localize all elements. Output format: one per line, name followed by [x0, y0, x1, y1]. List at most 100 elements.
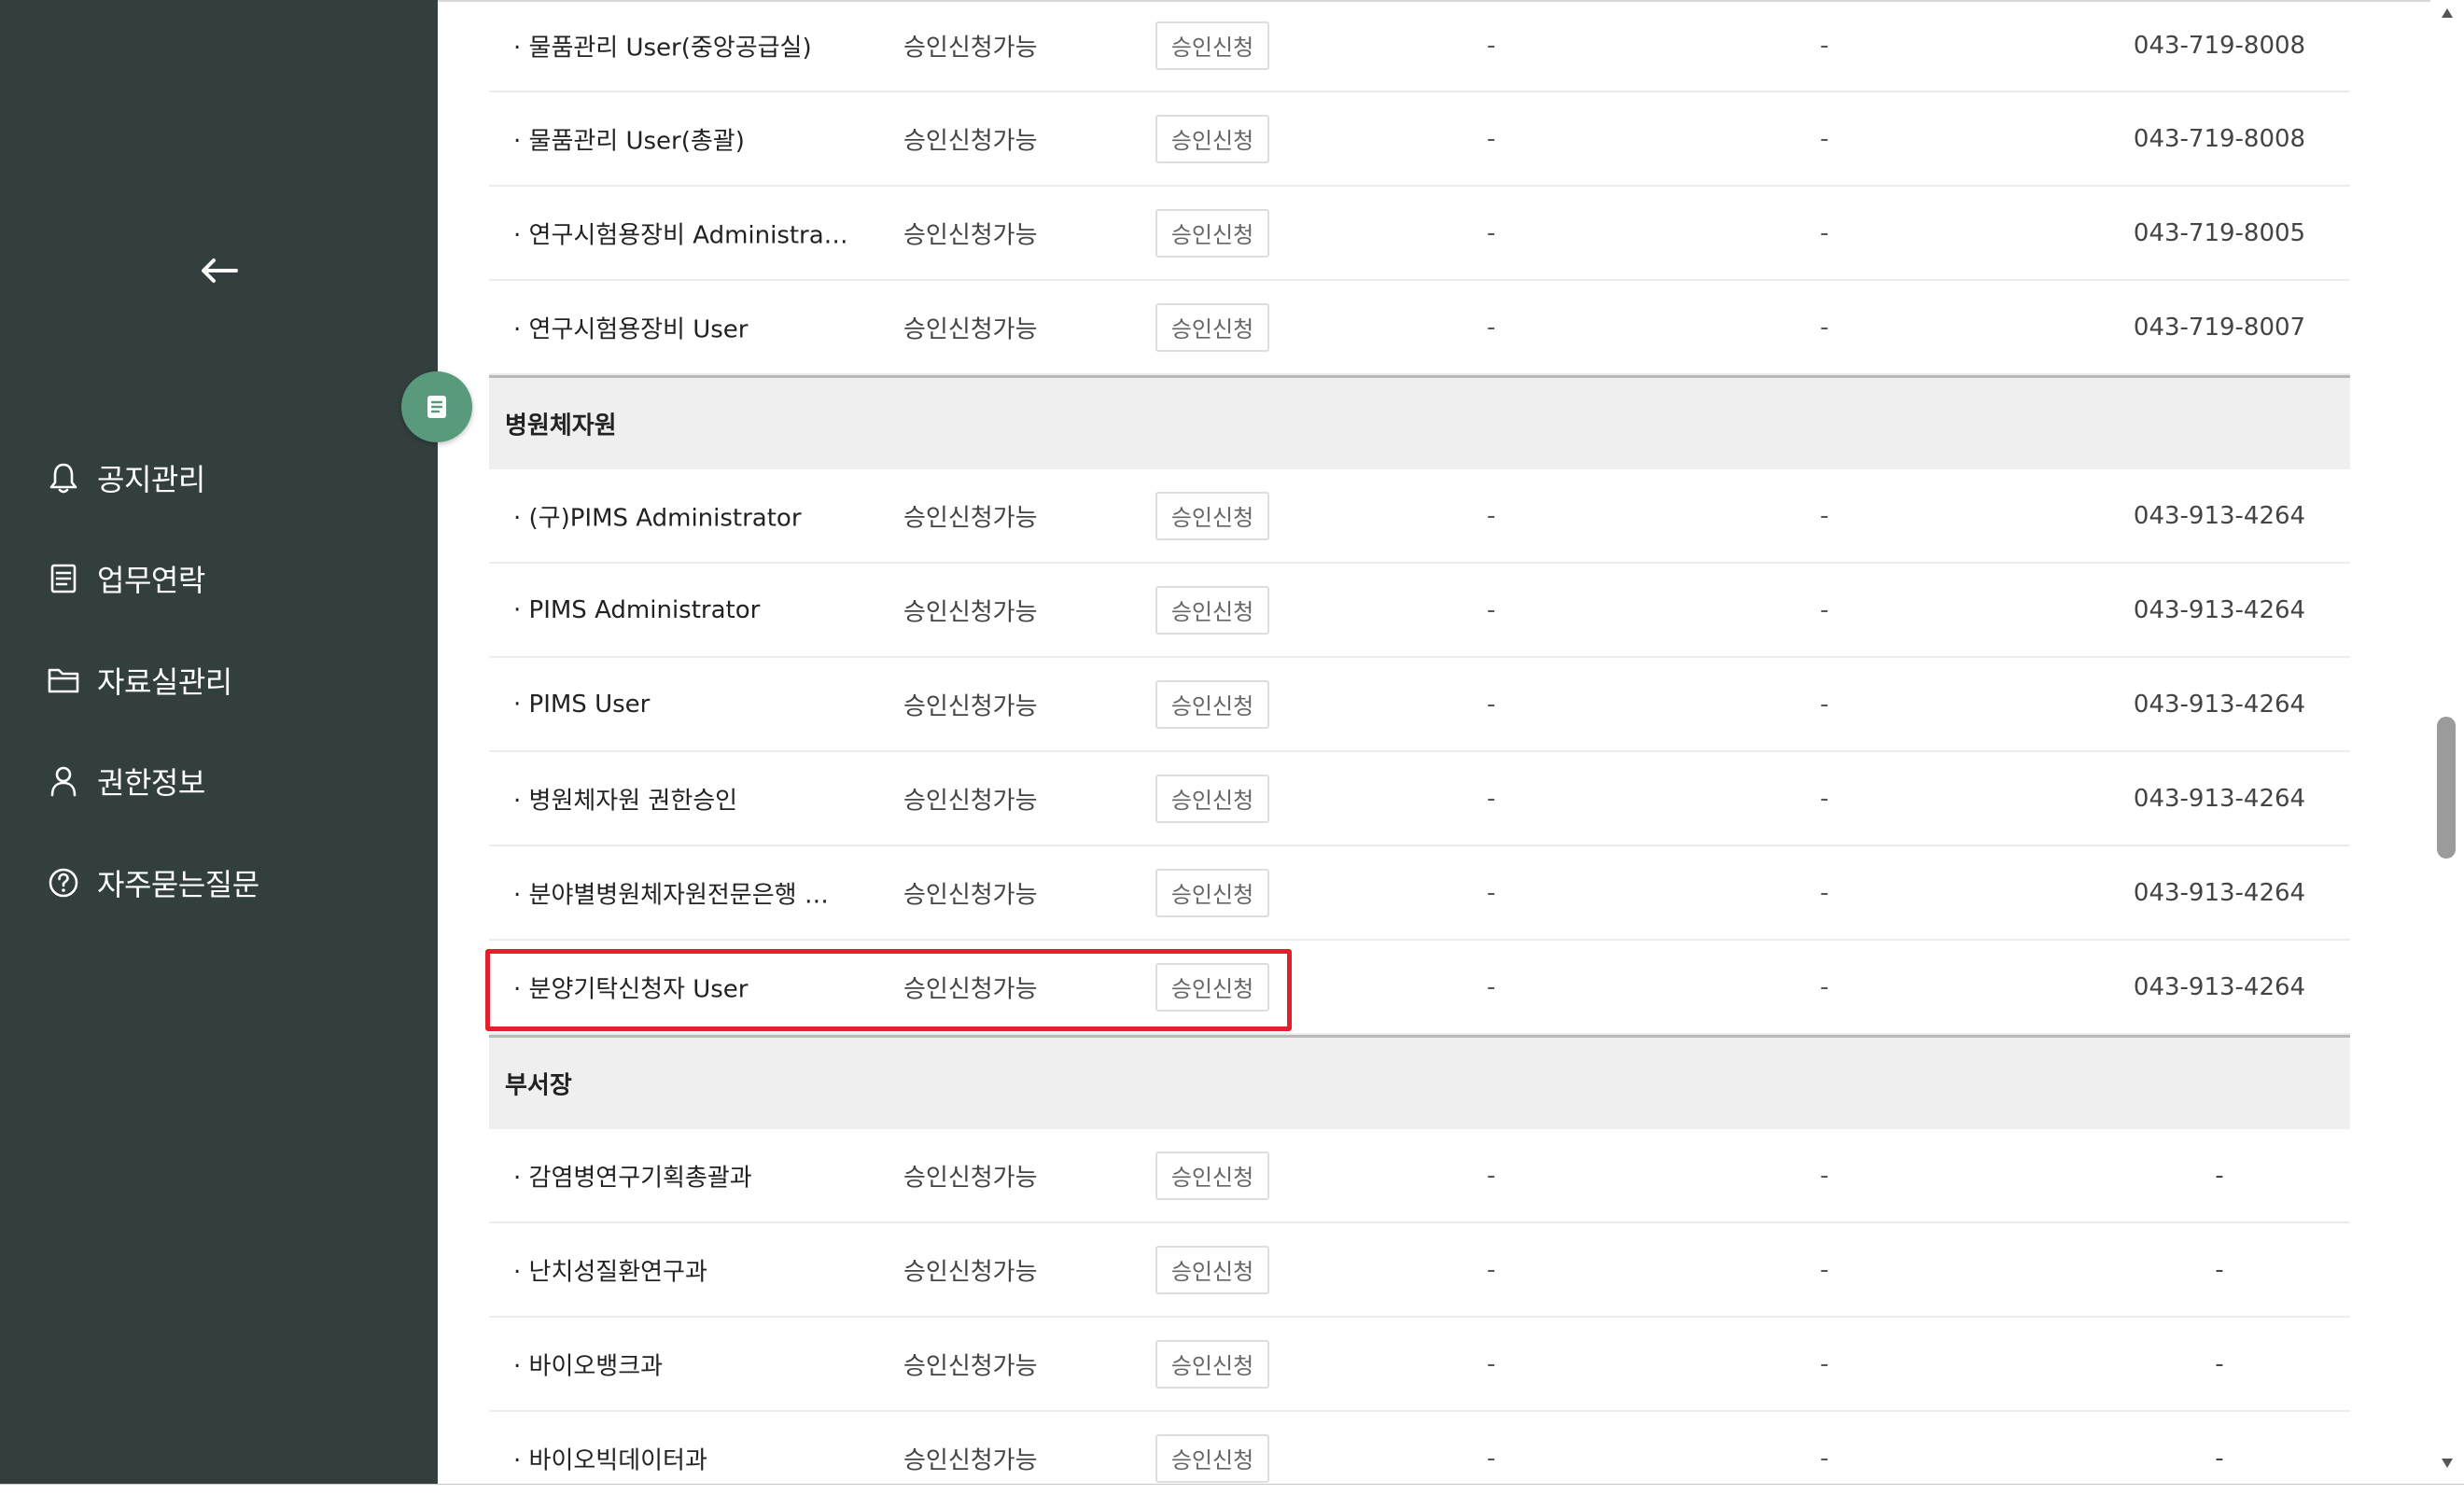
- request-status: 승인신청가능: [903, 787, 1038, 815]
- table-row: · 연구시험용장비 Administra… 승인신청가능 승인신청 - - 043-719…: [489, 187, 2350, 281]
- approver: -: [1820, 972, 1829, 1001]
- contact-phone: 043-913-4264: [2133, 501, 2306, 530]
- request-approval-button[interactable]: 승인신청: [1155, 302, 1269, 352]
- request-approval-button[interactable]: 승인신청: [1155, 114, 1269, 163]
- sidebar: 공지관리 업무연락 자료실관리 권한정보 자주묻는질문: [0, 0, 438, 1484]
- approval-date: -: [1487, 784, 1496, 813]
- menu-item-notice[interactable]: 공지관리: [45, 448, 399, 508]
- approver: -: [1820, 218, 1829, 247]
- request-status: 승인신청가능: [903, 975, 1038, 1003]
- scroll-up-arrow-icon[interactable]: [2440, 6, 2455, 21]
- contact-phone: 043-913-4264: [2133, 878, 2306, 907]
- approver: -: [1820, 595, 1829, 624]
- permission-name: · 병원체자원 권한승인: [513, 787, 738, 815]
- vertical-scrollbar[interactable]: [2430, 0, 2464, 1484]
- scroll-down-arrow-icon[interactable]: [2440, 1456, 2455, 1471]
- menu-item-faq[interactable]: 자주묻는질문: [45, 853, 399, 913]
- permission-name: · 바이오뱅크과: [513, 1352, 664, 1380]
- menu-item-label: 업무연락: [97, 563, 205, 598]
- contact-phone: 043-913-4264: [2133, 784, 2306, 813]
- table-row: · (구)PIMS Administrator 승인신청가능 승인신청 - - 043-9…: [489, 469, 2350, 564]
- request-approval-button[interactable]: 승인신청: [1155, 774, 1269, 823]
- table-row: · 분야별병원체자원전문은행 … 승인신청가능 승인신청 - - 043-913-4264: [489, 846, 2350, 941]
- menu-item-business-contact[interactable]: 업무연락: [45, 549, 399, 608]
- request-approval-button[interactable]: 승인신청: [1155, 679, 1269, 729]
- app-window: 공지관리 업무연락 자료실관리 권한정보 자주묻는질문 · 물품관리 User(…: [0, 0, 2464, 1494]
- permission-name: · PIMS Administrator: [513, 595, 761, 624]
- scroll-thumb[interactable]: [2437, 717, 2456, 859]
- contact-phone: -: [2215, 1161, 2224, 1190]
- approval-date: -: [1487, 878, 1496, 907]
- contact-phone: 043-719-8008: [2133, 124, 2306, 153]
- bell-icon: [45, 459, 82, 496]
- request-approval-button[interactable]: 승인신청: [1155, 962, 1269, 1012]
- table-row: · 감염병연구기획총괄과 승인신청가능 승인신청 - - -: [489, 1129, 2350, 1223]
- approval-date: -: [1487, 1444, 1496, 1473]
- question-circle-icon: [45, 864, 82, 901]
- group-name: 부서장: [505, 1071, 572, 1100]
- request-approval-button[interactable]: 승인신청: [1155, 1339, 1269, 1389]
- approval-date: -: [1487, 313, 1496, 342]
- request-approval-button[interactable]: 승인신청: [1155, 585, 1269, 635]
- approval-date: -: [1487, 1161, 1496, 1190]
- document-icon: [45, 560, 82, 597]
- table-row: · 연구시험용장비 User 승인신청가능 승인신청 - - 043-719-8007: [489, 281, 2350, 375]
- request-status: 승인신청가능: [903, 1352, 1038, 1380]
- approver: -: [1820, 690, 1829, 719]
- document-fab-button[interactable]: [401, 371, 472, 442]
- back-button[interactable]: [191, 243, 247, 299]
- request-status: 승인신청가능: [903, 1164, 1038, 1192]
- table-row: · PIMS User 승인신청가능 승인신청 - - 043-913-4264: [489, 658, 2350, 752]
- permission-name: · 연구시험용장비 User: [513, 315, 749, 343]
- menu-item-label: 공지관리: [97, 462, 205, 497]
- group-header-row: 부서장: [489, 1035, 2350, 1129]
- contact-phone: -: [2215, 1255, 2224, 1284]
- request-approval-button[interactable]: 승인신청: [1155, 208, 1269, 258]
- request-approval-button[interactable]: 승인신청: [1155, 1245, 1269, 1294]
- approval-date: -: [1487, 1349, 1496, 1378]
- document-icon: [427, 396, 446, 418]
- bottom-strip: [0, 1484, 2464, 1494]
- request-approval-button[interactable]: 승인신청: [1155, 1151, 1269, 1200]
- request-approval-button[interactable]: 승인신청: [1155, 491, 1269, 540]
- contact-phone: 043-719-8007: [2133, 313, 2306, 342]
- group-name: 병원체자원: [505, 412, 617, 440]
- approver: -: [1820, 124, 1829, 153]
- menu-item-label: 자주묻는질문: [97, 867, 259, 902]
- table-row: · 물품관리 User(중앙공급실) 승인신청가능 승인신청 - - 043-719-80…: [489, 0, 2350, 92]
- approver: -: [1820, 501, 1829, 530]
- menu-item-permission-info[interactable]: 권한정보: [45, 751, 399, 811]
- approval-date: -: [1487, 1255, 1496, 1284]
- permission-name: · 감염병연구기획총괄과: [513, 1164, 752, 1192]
- approver: -: [1820, 1255, 1829, 1284]
- approval-date: -: [1487, 218, 1496, 247]
- request-status: 승인신청가능: [903, 221, 1038, 249]
- request-approval-button[interactable]: 승인신청: [1155, 868, 1269, 917]
- permission-name: · 연구시험용장비 Administra…: [513, 221, 848, 249]
- approver: -: [1820, 1349, 1829, 1378]
- permission-name: · 물품관리 User(중앙공급실): [513, 34, 812, 62]
- approval-date: -: [1487, 690, 1496, 719]
- approver: -: [1820, 313, 1829, 342]
- table-row: · 병원체자원 권한승인 승인신청가능 승인신청 - - 043-913-4264: [489, 752, 2350, 846]
- approver: -: [1820, 878, 1829, 907]
- table-row-highlighted: · 분양기탁신청자 User 승인신청가능 승인신청 - - 043-913-4264: [489, 941, 2350, 1035]
- approval-date: -: [1487, 31, 1496, 60]
- contact-phone: -: [2215, 1444, 2224, 1473]
- request-approval-button[interactable]: 승인신청: [1155, 1433, 1269, 1483]
- request-status: 승인신청가능: [903, 1258, 1038, 1286]
- menu-item-archive[interactable]: 자료실관리: [45, 650, 399, 710]
- table-row: · 바이오빅데이터과 승인신청가능 승인신청 - - -: [489, 1412, 2350, 1494]
- request-approval-button[interactable]: 승인신청: [1155, 21, 1269, 70]
- request-status: 승인신청가능: [903, 1446, 1038, 1474]
- request-status: 승인신청가능: [903, 504, 1038, 532]
- permission-name: · PIMS User: [513, 690, 651, 719]
- approval-date: -: [1487, 972, 1496, 1001]
- table-row: · 바이오뱅크과 승인신청가능 승인신청 - - -: [489, 1318, 2350, 1412]
- permission-name: · 바이오빅데이터과: [513, 1446, 707, 1474]
- permission-name: · 분양기탁신청자 User: [513, 975, 749, 1003]
- request-status: 승인신청가능: [903, 692, 1038, 720]
- menu-item-label: 자료실관리: [97, 664, 232, 700]
- approver: -: [1820, 1444, 1829, 1473]
- request-status: 승인신청가능: [903, 598, 1038, 626]
